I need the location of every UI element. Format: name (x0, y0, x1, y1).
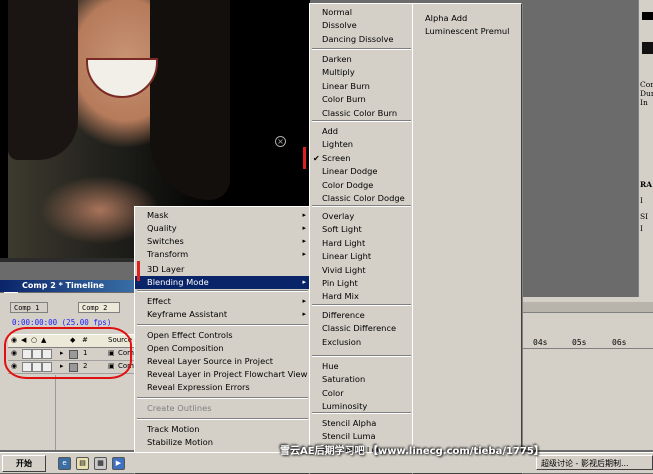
blend-mode-luminescent-premul[interactable]: Luminescent Premul (413, 25, 521, 38)
blending-mode-submenu-extra: Alpha Add Luminescent Premul (412, 3, 522, 474)
layer-context-menu: Mask ▸ Quality ▸ Switches ▸ Transform ▸ 3D Layer… (134, 206, 311, 474)
blend-mode-add[interactable]: Add (310, 125, 413, 138)
menu-separator (312, 355, 411, 357)
menu-item-track-motion[interactable]: Track Motion (135, 423, 310, 436)
panel-swatch (642, 12, 653, 20)
info-line: I (640, 196, 643, 205)
menu-item-effect[interactable]: Effect ▸ (135, 295, 310, 308)
blend-mode-dancing-dissolve[interactable]: Dancing Dissolve (310, 33, 413, 46)
menu-separator (137, 397, 308, 399)
menu-item-open-composition[interactable]: Open Composition (135, 342, 310, 355)
blend-mode-hue[interactable]: Hue (310, 360, 413, 373)
menu-separator (312, 304, 411, 306)
blending-mode-submenu: Normal Dissolve Dancing Dissolve Darken Mult… (309, 3, 414, 474)
timecode-display[interactable]: 0:00:00:00 (25.00 fps) (12, 318, 111, 327)
blend-mode-pin-light[interactable]: Pin Light (310, 277, 413, 290)
blend-mode-color-dodge[interactable]: Color Dodge (310, 179, 413, 192)
blend-mode-hard-mix[interactable]: Hard Mix (310, 290, 413, 303)
blend-mode-screen[interactable]: Screen ✔ (310, 152, 413, 165)
annotation-circle (4, 327, 132, 379)
info-line: In (640, 98, 648, 107)
menu-item-keyframe-assistant[interactable]: Keyframe Assistant ▸ (135, 308, 310, 321)
submenu-arrow-icon: ▸ (302, 250, 306, 258)
menu-item-mask[interactable]: Mask ▸ (135, 209, 310, 222)
menu-separator (312, 48, 411, 50)
checkmark-icon: ✔ (313, 153, 320, 163)
blend-mode-difference[interactable]: Difference (310, 309, 413, 322)
menu-item-switches[interactable]: Switches ▸ (135, 235, 310, 248)
submenu-arrow-icon: ▸ (302, 297, 306, 305)
info-line: I (640, 224, 643, 233)
menu-item-blending-mode[interactable]: Blending Mode ▸ (135, 276, 310, 289)
blend-mode-saturation[interactable]: Saturation (310, 373, 413, 386)
menu-separator (312, 412, 411, 414)
blend-mode-classic-color-burn[interactable]: Classic Color Burn (310, 107, 413, 120)
menu-item-reveal-expression-errors[interactable]: Reveal Expression Errors (135, 381, 310, 394)
panel-swatch-2 (642, 42, 653, 54)
anchor-point-icon[interactable]: × (275, 136, 286, 147)
blend-mode-exclusion[interactable]: Exclusion (310, 336, 413, 349)
menu-separator (137, 324, 308, 326)
tab-comp-2[interactable]: Comp 2 (78, 302, 120, 313)
work-area-bar[interactable] (520, 302, 653, 313)
image-hair-right (150, 0, 230, 200)
menu-separator (312, 205, 411, 207)
menu-separator (137, 290, 308, 292)
blend-mode-linear-dodge[interactable]: Linear Dodge (310, 165, 413, 178)
menu-item-create-outlines: Create Outlines (147, 403, 212, 413)
menu-item-open-effect-controls[interactable]: Open Effect Controls (135, 329, 310, 342)
menu-item-transform[interactable]: Transform ▸ (135, 248, 310, 261)
blend-mode-overlay[interactable]: Overlay (310, 210, 413, 223)
timeline-divider (55, 375, 56, 450)
tab-comp-1[interactable]: Comp 1 (10, 302, 48, 313)
ie-icon[interactable]: e (58, 457, 71, 470)
blend-mode-classic-color-dodge[interactable]: Classic Color Dodge (310, 192, 413, 205)
info-line: Cor (640, 80, 653, 89)
image-hair-left (8, 0, 78, 160)
blend-mode-darken[interactable]: Darken (310, 53, 413, 66)
taskbar-window-item[interactable]: 超级讨论 - 影视后期制... (536, 455, 653, 470)
info-line: SI (640, 212, 649, 221)
blend-mode-alpha-add[interactable]: Alpha Add (413, 12, 521, 25)
submenu-arrow-icon: ▸ (302, 310, 306, 318)
media-player-icon[interactable]: ▶ (112, 457, 125, 470)
submenu-arrow-icon: ▸ (302, 237, 306, 245)
blend-mode-multiply[interactable]: Multiply (310, 66, 413, 79)
submenu-arrow-icon: ▸ (302, 278, 306, 286)
menu-item-quality[interactable]: Quality ▸ (135, 222, 310, 235)
time-graph[interactable] (520, 297, 653, 450)
blend-mode-normal[interactable]: Normal (310, 6, 413, 19)
timeline-title[interactable]: Comp 2 * Timeline (0, 280, 135, 292)
blend-mode-stencil-alpha[interactable]: Stencil Alpha (310, 417, 413, 430)
blend-mode-soft-light[interactable]: Soft Light (310, 223, 413, 236)
annotation-mark (137, 261, 140, 281)
blend-mode-color-burn[interactable]: Color Burn (310, 93, 413, 106)
start-button[interactable]: 开始 (2, 455, 46, 472)
explorer-icon[interactable]: ▦ (94, 457, 107, 470)
blend-mode-linear-burn[interactable]: Linear Burn (310, 80, 413, 93)
blend-mode-lighten[interactable]: Lighten (310, 138, 413, 151)
blend-mode-linear-light[interactable]: Linear Light (310, 250, 413, 263)
menu-item-reveal-layer-source-in-project[interactable]: Reveal Layer Source in Project (135, 355, 310, 368)
blend-mode-color[interactable]: Color (310, 387, 413, 400)
menu-item-3d-layer[interactable]: 3D Layer (135, 263, 310, 276)
submenu-arrow-icon: ▸ (302, 211, 306, 219)
blend-mode-classic-difference[interactable]: Classic Difference (310, 322, 413, 335)
annotation-mark (303, 147, 306, 169)
info-line: Dur (640, 89, 653, 98)
blend-mode-hard-light[interactable]: Hard Light (310, 237, 413, 250)
blend-mode-dissolve[interactable]: Dissolve (310, 19, 413, 32)
blend-mode-vivid-light[interactable]: Vivid Light (310, 264, 413, 277)
ruler-tick: 05s (572, 338, 587, 347)
menu-separator (312, 120, 411, 122)
ruler-tick: 06s (612, 338, 627, 347)
submenu-arrow-icon: ▸ (302, 224, 306, 232)
ruler-tick: 04s (533, 338, 548, 347)
desktop-icon[interactable]: ▤ (76, 457, 89, 470)
menu-item-reveal-layer-in-project-flowchart-view[interactable]: Reveal Layer in Project Flowchart View (135, 368, 310, 381)
watermark-text: 雪云AE后期学习吧 【www.linecg.com/tieba/1775】 (280, 446, 544, 457)
info-line: RA (640, 180, 653, 189)
menu-separator (137, 418, 308, 420)
ruler-baseline (520, 348, 653, 349)
